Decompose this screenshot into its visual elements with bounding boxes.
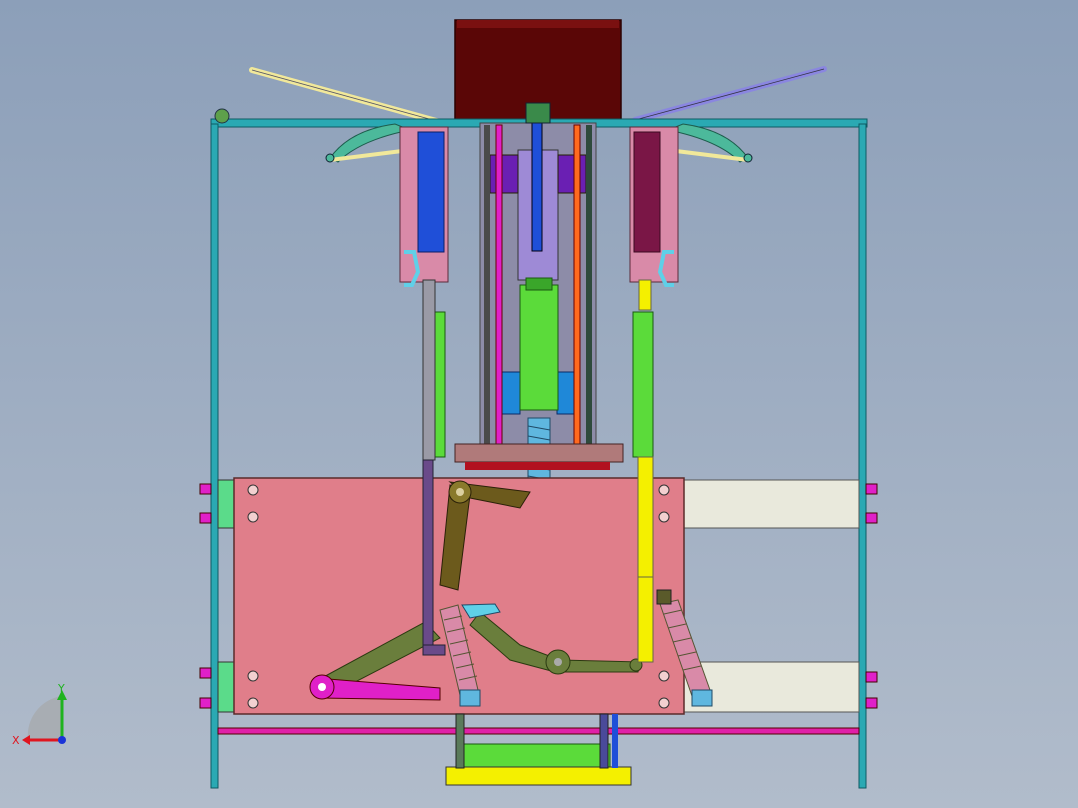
frame-right-post	[858, 123, 867, 789]
center-green-cap	[525, 277, 553, 291]
frame-corner-bolt	[214, 108, 230, 124]
x-axis-label: X	[12, 734, 20, 747]
left-lever-arm-outline	[251, 69, 441, 123]
top-block-face	[457, 20, 619, 28]
right-yellow-upright	[637, 456, 654, 578]
upper-link-pivot-pin	[456, 488, 464, 496]
left-upper-green-mount	[217, 479, 235, 529]
right-yellow-lower	[637, 576, 654, 663]
right-purple-block	[557, 154, 587, 194]
dark-left-rod	[484, 125, 490, 455]
right-lever-pivot	[743, 153, 753, 163]
left-lever-pivot	[325, 153, 335, 163]
crossbar-red-strip	[465, 462, 610, 470]
right-green-cylinder	[632, 311, 654, 458]
z-axis-dot	[58, 736, 66, 744]
left-purple-foot	[422, 644, 446, 656]
right-yellow-bar	[638, 279, 652, 311]
horizontal-crossbar	[454, 443, 624, 463]
bottom-yellow-base	[445, 766, 632, 786]
lower-right-pivot-pin	[554, 658, 562, 666]
x-axis-arrow	[22, 735, 30, 745]
center-green-cylinder	[519, 284, 559, 411]
bottom-mid-blue-post	[612, 714, 618, 768]
bottom-left-post	[455, 713, 465, 769]
green-top-collar	[525, 102, 551, 124]
magenta-crank-pin	[318, 683, 326, 691]
left-purple-block	[489, 154, 519, 194]
bottom-magenta-beam	[217, 727, 860, 735]
right-upper-cream-rail	[682, 479, 860, 529]
y-axis-label: Y	[57, 684, 65, 695]
bottom-center-green-block	[459, 743, 611, 769]
blue-center-rod	[531, 122, 543, 252]
magenta-rod	[495, 124, 503, 456]
frame-left-post	[210, 123, 219, 789]
left-lower-green-mount	[217, 661, 235, 713]
right-maroon-block	[633, 131, 661, 253]
dark-right-rod	[586, 125, 592, 455]
cad-assembly-viewport[interactable]	[0, 0, 1078, 808]
right-spring-clamp	[656, 589, 672, 605]
left-purple-upright	[422, 459, 434, 651]
left-grey-rail	[422, 279, 436, 461]
orange-rod	[573, 124, 581, 456]
left-blue-block	[417, 131, 445, 253]
bottom-right-post	[599, 713, 609, 769]
right-lever-arm-outline	[634, 68, 825, 121]
coordinate-triad: X Y	[12, 684, 67, 747]
triad-plane-shade	[27, 696, 62, 740]
